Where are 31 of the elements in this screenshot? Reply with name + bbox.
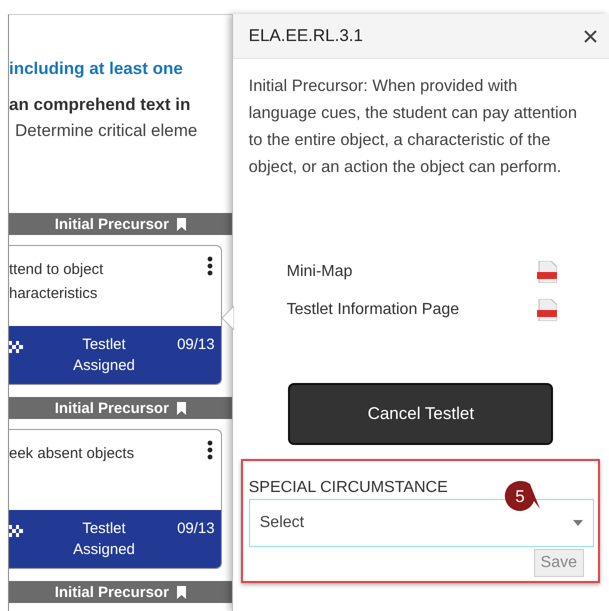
close-icon[interactable] xyxy=(584,30,597,42)
pdf-icon[interactable] xyxy=(536,261,557,283)
testlet-date: 09/13 xyxy=(177,335,215,355)
standard-heading: including at least one xyxy=(9,59,184,79)
testlet-card[interactable]: eek absent objects Testlet Assigned 09/13 xyxy=(9,429,222,569)
band-label: Initial Precursor xyxy=(54,584,169,600)
card-text: haracteristics xyxy=(9,284,98,304)
standard-text: Determine critical eleme xyxy=(14,121,198,141)
bookmark-icon xyxy=(176,402,186,414)
document-link[interactable]: Testlet Information Page xyxy=(286,301,460,319)
step-callout: 5 xyxy=(504,479,540,513)
testlet-date: 09/13 xyxy=(177,519,215,539)
testlet-status: Testlet Assigned xyxy=(72,335,136,376)
document-link[interactable]: Mini-Map xyxy=(286,263,352,281)
cancel-testlet-button[interactable]: Cancel Testlet xyxy=(288,383,554,445)
panel-title: ELA.EE.RL.3.1 xyxy=(248,26,363,46)
card-text: ttend to object xyxy=(9,260,104,280)
field-label: SPECIAL CIRCUMSTANCE xyxy=(248,479,448,497)
standard-subheading: an comprehend text in xyxy=(9,95,192,115)
more-options-icon[interactable] xyxy=(206,256,213,276)
card-text: eek absent objects xyxy=(9,444,134,464)
band-label: Initial Precursor xyxy=(54,400,169,416)
testlet-card[interactable]: ttend to object haracteristics Testlet Assigned 09/13 xyxy=(9,245,222,385)
pdf-icon[interactable] xyxy=(536,299,557,321)
bookmark-icon xyxy=(176,218,186,230)
dropdown-caret-icon[interactable] xyxy=(573,520,583,526)
band-label: Initial Precursor xyxy=(54,216,169,232)
bookmark-icon xyxy=(176,586,186,598)
more-options-icon[interactable] xyxy=(206,440,213,460)
level-description: Initial Precursor: When provided with language cues, the student can pay attention to the entire object, a characteristic of the object, or an action the object can perform. xyxy=(248,76,578,178)
testlet-status: Testlet Assigned xyxy=(72,519,136,560)
